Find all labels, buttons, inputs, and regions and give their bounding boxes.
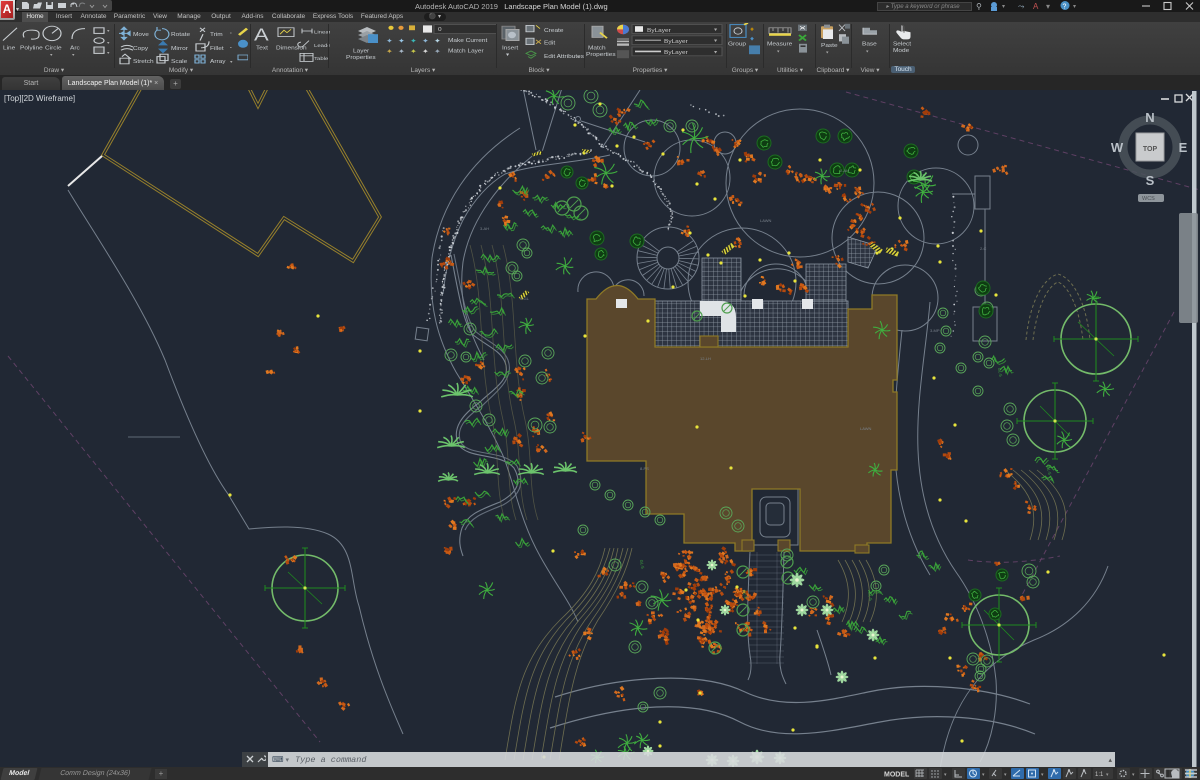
svg-text:▾: ▾ — [1041, 772, 1044, 778]
svg-text:✦: ✦ — [422, 37, 429, 45]
svg-text:Paste: Paste — [821, 43, 838, 48]
svg-text:Properties: Properties — [346, 55, 376, 60]
svg-text:Select: Select — [893, 42, 911, 47]
svg-text:▾: ▾ — [50, 52, 53, 56]
svg-text:♦: ♦ — [750, 34, 754, 42]
svg-text:Properties: Properties — [586, 52, 616, 57]
svg-text:[Top][2D Wireframe]: [Top][2D Wireframe] — [4, 94, 75, 103]
svg-text:✦: ✦ — [398, 37, 405, 45]
svg-text:N: N — [1145, 110, 1154, 125]
svg-text:Rotate: Rotate — [171, 32, 190, 37]
svg-text:⤳: ⤳ — [1018, 2, 1025, 11]
svg-text:Copy: Copy — [133, 47, 148, 52]
svg-text:Text: Text — [256, 46, 268, 51]
svg-text:Line: Line — [3, 46, 15, 51]
svg-text:✦: ✦ — [410, 47, 417, 55]
svg-text:✦: ✦ — [386, 47, 393, 55]
svg-text:✦: ✦ — [434, 47, 441, 55]
svg-text:WCS: WCS — [1142, 196, 1155, 202]
svg-text:8-PS: 8-PS — [640, 466, 649, 471]
svg-text:✦: ✦ — [386, 37, 393, 45]
svg-text:Fillet: Fillet — [210, 47, 224, 52]
svg-text:•: • — [230, 31, 232, 35]
svg-text:Edit: Edit — [544, 41, 556, 46]
svg-text:Make Current: Make Current — [448, 39, 488, 44]
svg-text:▾: ▾ — [714, 39, 717, 44]
svg-text:Mode: Mode — [893, 48, 909, 53]
svg-text:ByLayer: ByLayer — [664, 51, 688, 56]
svg-text:▾: ▾ — [777, 49, 780, 53]
svg-text:2-AH: 2-AH — [840, 168, 849, 173]
svg-text:Match Layer: Match Layer — [448, 49, 484, 54]
svg-text:A: A — [254, 26, 269, 45]
svg-text:3-MP: 3-MP — [930, 328, 940, 333]
svg-text:Arc: Arc — [70, 46, 80, 51]
svg-text:Polyline: Polyline — [20, 46, 43, 51]
svg-text:▾: ▾ — [866, 49, 869, 53]
svg-text:Layer: Layer — [353, 49, 369, 54]
svg-text:▾: ▾ — [982, 772, 985, 778]
svg-text:▾: ▾ — [107, 40, 110, 44]
svg-text:Match: Match — [588, 46, 606, 51]
svg-text:W: W — [1111, 140, 1124, 155]
svg-text:ByLayer: ByLayer — [647, 28, 671, 33]
svg-text:♦: ♦ — [750, 25, 754, 33]
svg-text:▾: ▾ — [1046, 2, 1050, 11]
svg-text:MODEL: MODEL — [884, 772, 910, 779]
svg-text:Create: Create — [544, 28, 563, 33]
svg-text:Table: Table — [314, 56, 328, 61]
svg-text:3-AH: 3-AH — [480, 226, 489, 231]
svg-text:Move: Move — [133, 32, 149, 37]
svg-text:TOP: TOP — [1143, 146, 1158, 153]
svg-text:▾: ▾ — [107, 51, 110, 55]
svg-text:A: A — [1033, 2, 1039, 11]
svg-text:Array: Array — [210, 59, 226, 64]
svg-text:▾: ▾ — [1002, 4, 1005, 10]
svg-text:LAWN: LAWN — [760, 218, 772, 223]
svg-text:✦: ✦ — [434, 37, 441, 45]
svg-text:12-LH: 12-LH — [700, 356, 711, 361]
svg-text:E: E — [1179, 140, 1188, 155]
svg-text:⚲: ⚲ — [976, 2, 982, 11]
svg-text:✦: ✦ — [398, 47, 405, 55]
svg-text:5-GL: 5-GL — [520, 296, 530, 301]
svg-text:Stretch: Stretch — [133, 59, 154, 64]
svg-text:▾: ▾ — [826, 50, 829, 54]
svg-text:▾: ▾ — [1132, 772, 1135, 778]
svg-text:ByLayer: ByLayer — [664, 39, 688, 44]
svg-text:2-C: 2-C — [980, 246, 987, 251]
svg-text:▾: ▾ — [1004, 772, 1007, 778]
svg-text:▾: ▾ — [1073, 4, 1076, 10]
svg-text:Scale: Scale — [171, 59, 187, 64]
svg-text:Measure: Measure — [767, 42, 792, 47]
svg-text:▾: ▾ — [72, 52, 75, 56]
svg-text:?: ? — [1063, 4, 1067, 11]
svg-text:•: • — [230, 45, 232, 49]
svg-text:▾: ▾ — [714, 50, 717, 55]
svg-text:▾: ▾ — [714, 27, 717, 32]
svg-text:Mirror: Mirror — [171, 47, 188, 52]
svg-text:✦: ✦ — [422, 47, 429, 55]
svg-text:✦: ✦ — [410, 37, 417, 45]
svg-text:1:1: 1:1 — [1095, 772, 1104, 778]
svg-text:Dimension: Dimension — [276, 46, 307, 51]
svg-text:▾: ▾ — [506, 52, 509, 57]
svg-text:▾: ▾ — [107, 28, 110, 32]
svg-text:LAWN: LAWN — [860, 426, 872, 431]
svg-text:Circle: Circle — [45, 46, 62, 51]
svg-text:▾: ▾ — [230, 59, 233, 63]
svg-text:Insert: Insert — [502, 46, 519, 51]
svg-text:Base: Base — [862, 42, 877, 47]
svg-text:Group: Group — [728, 42, 747, 47]
svg-text:S: S — [1146, 173, 1155, 188]
svg-text:Trim: Trim — [210, 32, 223, 37]
svg-text:▾: ▾ — [944, 772, 947, 778]
